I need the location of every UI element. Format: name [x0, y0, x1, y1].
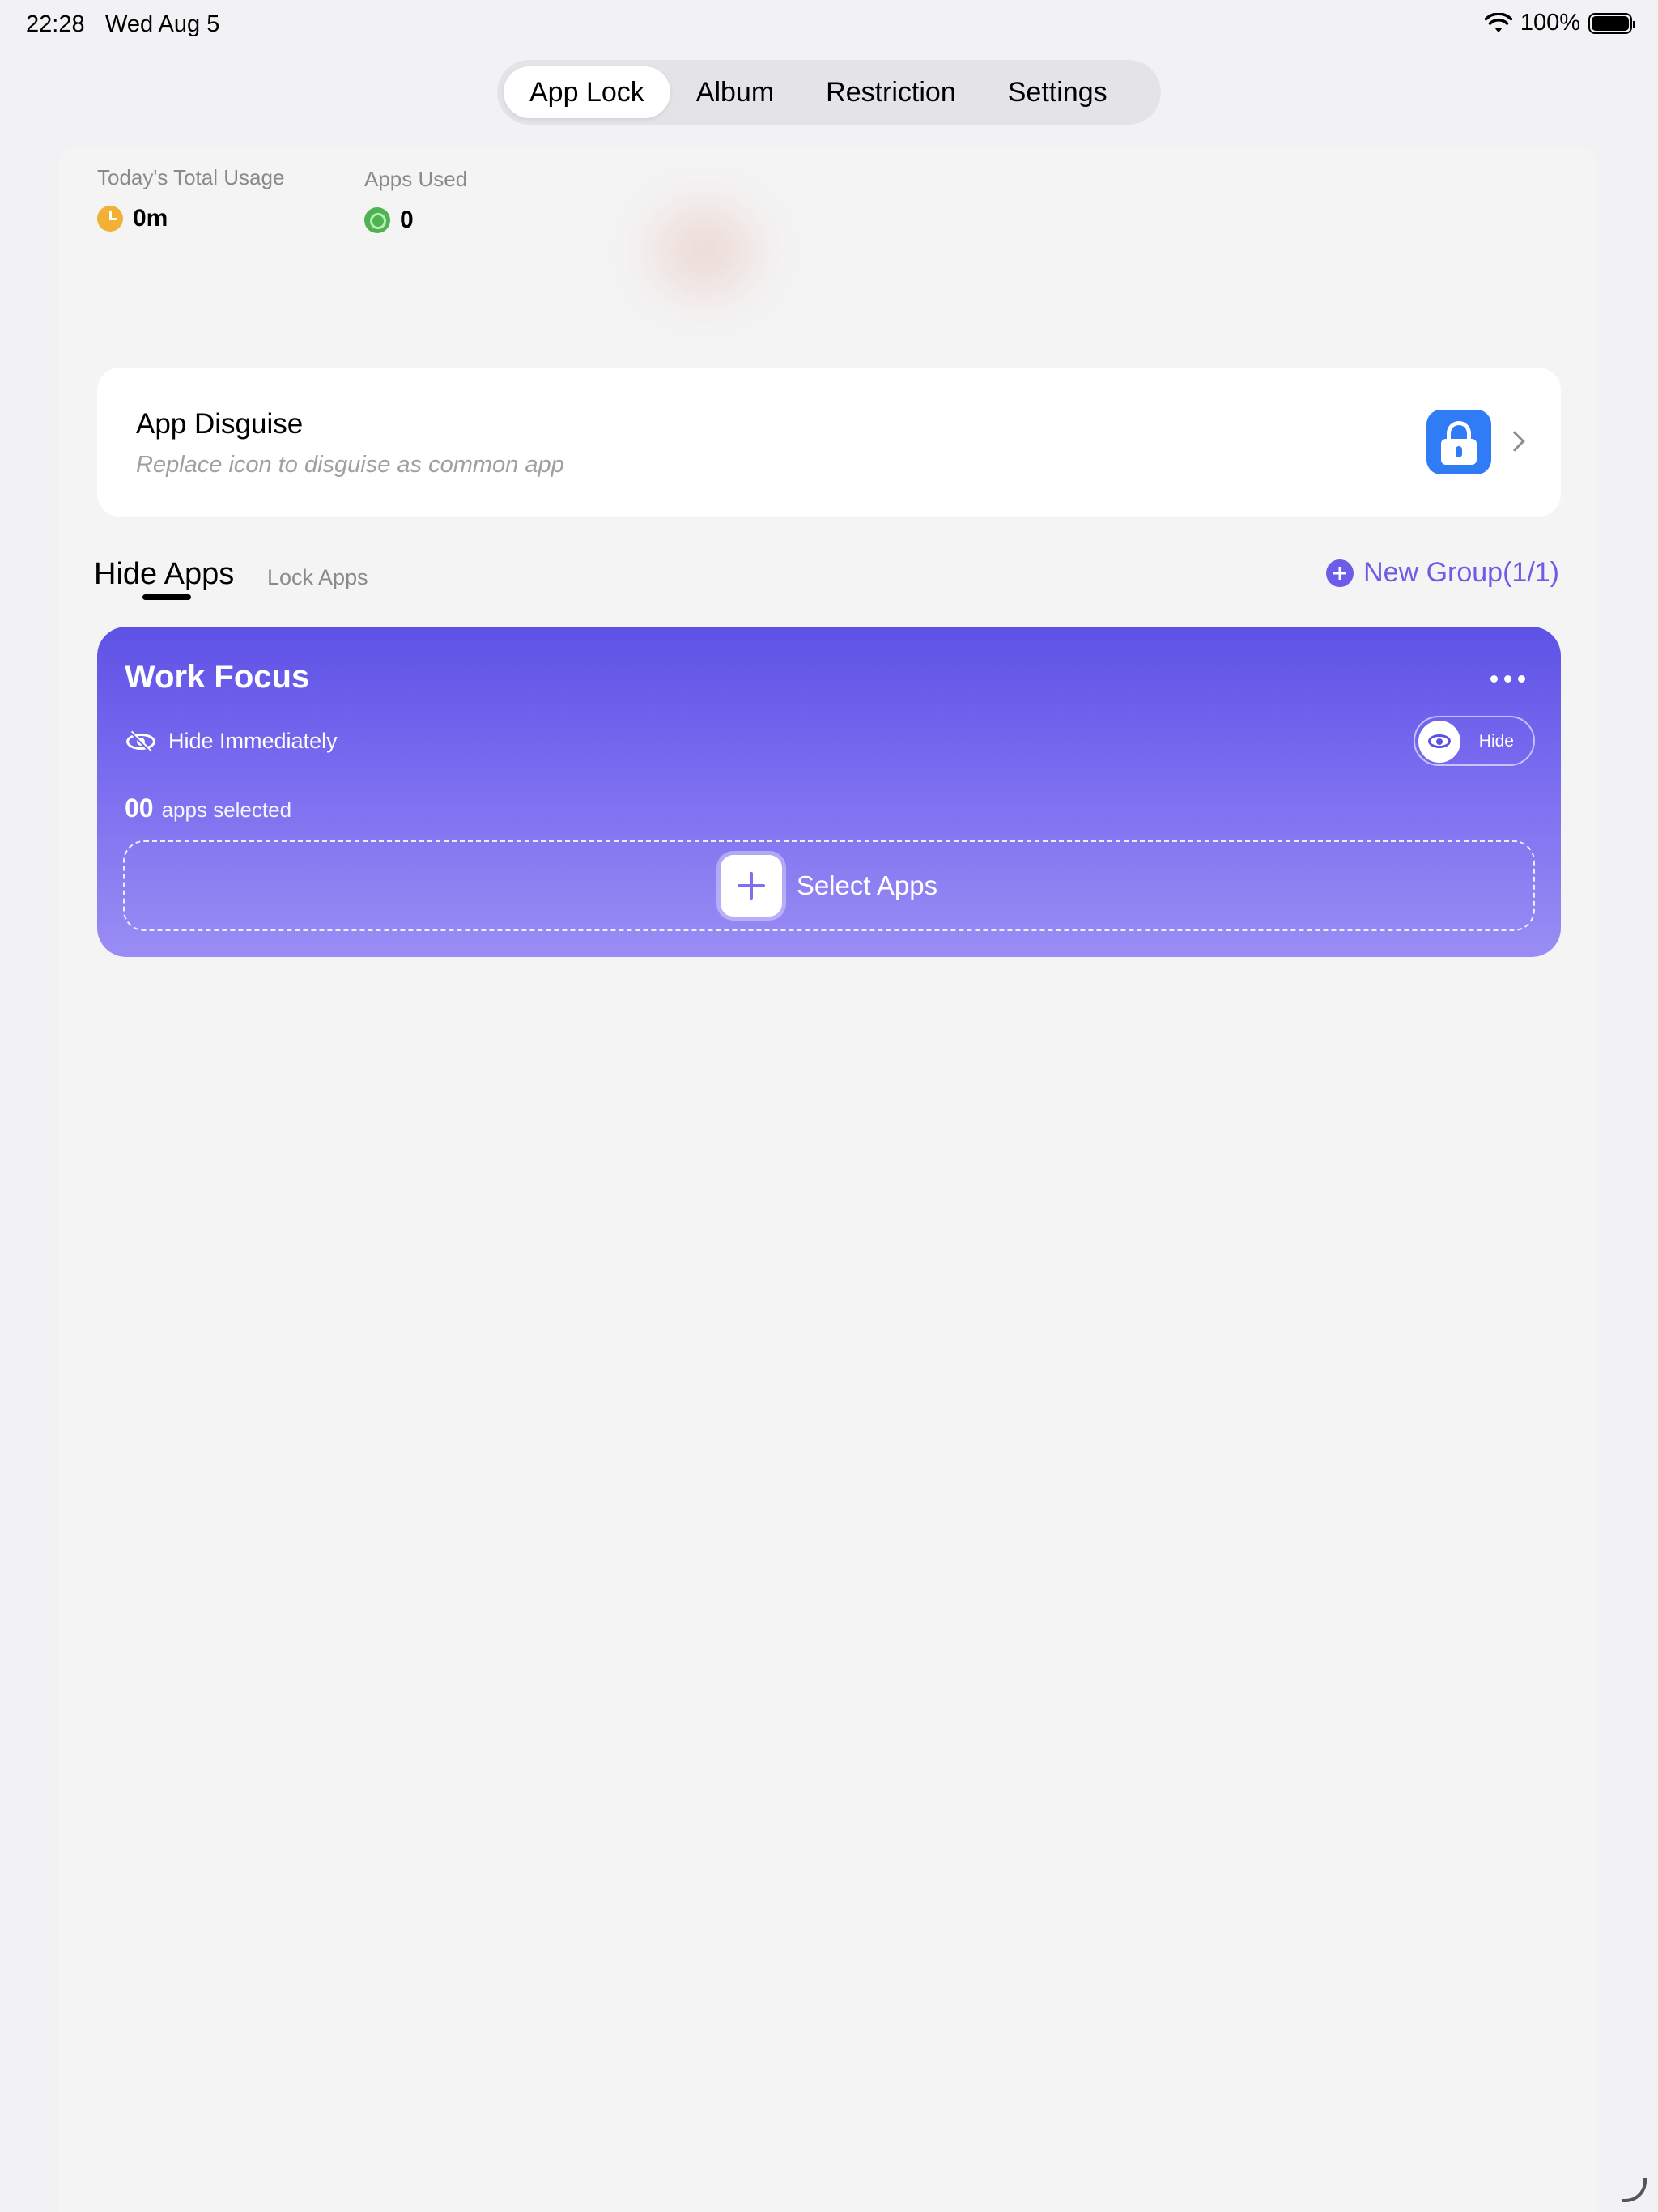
- eye-icon: [1418, 721, 1460, 763]
- apps-used-icon: [364, 207, 390, 233]
- clock-icon: [97, 206, 123, 232]
- usage-stat: Today's Total Usage 0m: [97, 165, 284, 232]
- new-group-label: New Group(1/1): [1363, 557, 1559, 588]
- disguise-subtitle: Replace icon to disguise as common app: [136, 452, 564, 478]
- tab-lock-apps[interactable]: Lock Apps: [267, 565, 368, 590]
- select-apps-button[interactable]: Select Apps: [123, 840, 1535, 931]
- hide-toggle[interactable]: Hide: [1414, 716, 1535, 766]
- app-disguise-card[interactable]: App Disguise Replace icon to disguise as…: [97, 368, 1561, 517]
- group-card: Work Focus Hide Immediately Hide 00 apps…: [97, 627, 1561, 957]
- apps-used-stat: Apps Used 0: [364, 167, 467, 234]
- active-tab-indicator: [142, 594, 191, 600]
- apps-count: 00: [125, 793, 154, 823]
- tab-restriction[interactable]: Restriction: [800, 66, 982, 118]
- status-bar: 22:28 Wed Aug 5 100%: [0, 0, 1658, 52]
- usage-label: Today's Total Usage: [97, 165, 285, 189]
- chevron-right-icon: [1504, 431, 1525, 452]
- tab-hide-apps[interactable]: Hide Apps: [94, 557, 234, 592]
- status-time: 22:28: [26, 11, 85, 37]
- disguise-title: App Disguise: [136, 408, 304, 440]
- group-title: Work Focus: [125, 659, 310, 695]
- plus-circle-icon: [1326, 559, 1354, 587]
- toggle-label: Hide: [1478, 732, 1514, 751]
- hide-immediately-row: Hide Immediately: [125, 729, 338, 754]
- main-tab-bar: App Lock Album Restriction Settings: [497, 60, 1161, 125]
- resize-handle-icon[interactable]: [1622, 2178, 1647, 2202]
- usage-value: 0m: [133, 205, 168, 232]
- plus-icon: [720, 855, 782, 917]
- new-group-button[interactable]: New Group(1/1): [1326, 557, 1559, 589]
- apps-selected-row: 00 apps selected: [125, 793, 291, 823]
- blurred-decoration: [615, 170, 793, 332]
- lock-icon: [1426, 410, 1491, 474]
- tab-album[interactable]: Album: [670, 66, 800, 118]
- select-apps-label: Select Apps: [796, 870, 938, 900]
- eye-slash-icon: [125, 730, 157, 752]
- status-indicators: 100%: [1484, 10, 1635, 36]
- hide-immediately-label: Hide Immediately: [168, 729, 338, 753]
- battery-icon: [1588, 12, 1635, 34]
- wifi-icon: [1484, 12, 1512, 32]
- battery-percent: 100%: [1520, 10, 1580, 36]
- tab-settings[interactable]: Settings: [982, 66, 1133, 118]
- apps-selected-label: apps selected: [161, 798, 292, 822]
- status-date: Wed Aug 5: [105, 11, 220, 37]
- tab-app-lock[interactable]: App Lock: [504, 66, 670, 118]
- apps-used-label: Apps Used: [364, 167, 468, 191]
- more-options-icon[interactable]: [1490, 675, 1525, 683]
- apps-used-value: 0: [400, 206, 414, 233]
